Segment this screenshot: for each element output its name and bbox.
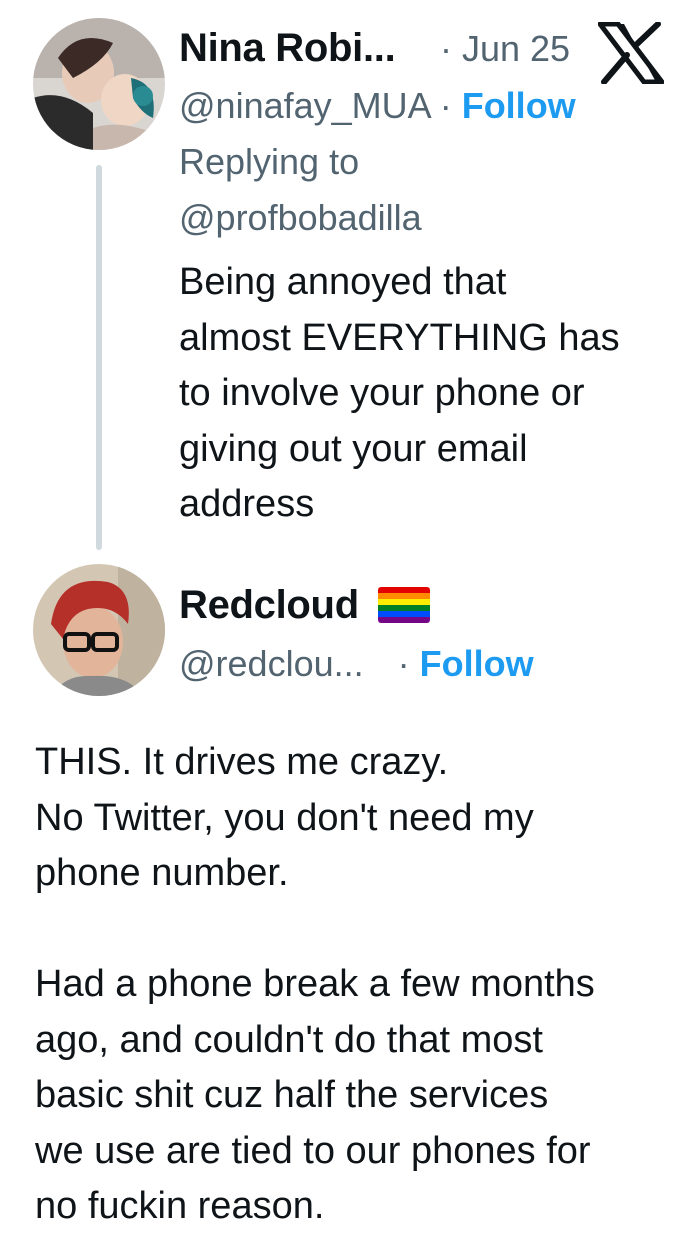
follow-button-redcloud[interactable]: Follow — [420, 643, 534, 684]
rainbow-flag-icon — [378, 587, 430, 623]
replying-to-handle[interactable]: @profbobadilla — [179, 197, 422, 239]
tweet-date[interactable]: · Jun 25 — [440, 28, 570, 70]
author-handle-nina[interactable]: @ninafay_MUA — [179, 85, 430, 126]
author-name-nina[interactable]: Nina Robi... — [179, 26, 396, 71]
replying-to-label: Replying to — [179, 141, 360, 182]
avatar-nina-image — [33, 18, 165, 150]
avatar-redcloud[interactable] — [33, 564, 165, 696]
tweet-text-redcloud: THIS. It drives me crazy. No Twitter, yo… — [35, 741, 595, 1227]
flag-stripe — [378, 617, 430, 623]
author-name-redcloud[interactable]: Redcloud — [179, 583, 359, 628]
handle-line-nina: @ninafay_MUA · Follow — [179, 85, 576, 127]
x-logo-icon[interactable] — [597, 21, 665, 85]
follow-button-nina[interactable]: Follow — [462, 85, 576, 126]
avatar-redcloud-image — [33, 564, 165, 696]
tweet-text-nina: Being annoyed that almost EVERYTHING has… — [179, 261, 620, 525]
handle-separator: · — [439, 85, 452, 126]
handle-line-redcloud: @redclou... · Follow — [179, 643, 534, 685]
thread-line — [96, 165, 102, 550]
avatar-nina[interactable] — [33, 18, 165, 150]
handle-separator: · — [397, 643, 410, 684]
author-handle-redcloud[interactable]: @redclou... — [179, 643, 364, 684]
